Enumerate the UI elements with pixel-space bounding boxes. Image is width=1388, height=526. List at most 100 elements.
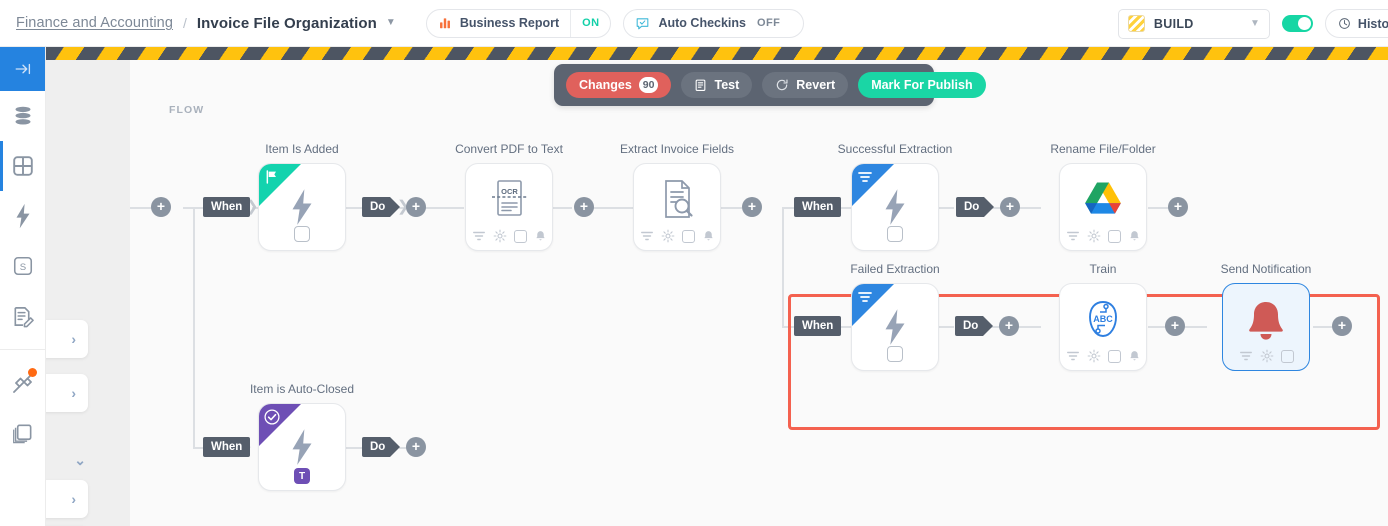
bolt-icon xyxy=(880,308,910,346)
connector-line xyxy=(782,207,784,326)
auto-checkins-left[interactable]: Auto Checkins OFF xyxy=(624,10,803,37)
test-button[interactable]: Test xyxy=(681,72,752,98)
node-icon-row[interactable] xyxy=(1060,229,1146,243)
check-circle-icon xyxy=(263,408,281,426)
sidebar-item-notes[interactable] xyxy=(0,291,45,341)
do-tag: Do xyxy=(362,437,390,457)
gear-icon[interactable] xyxy=(661,229,675,243)
bell-icon[interactable] xyxy=(534,229,547,243)
gear-icon[interactable] xyxy=(493,229,507,243)
filter-icon[interactable] xyxy=(1066,349,1080,363)
checkbox-icon[interactable] xyxy=(1281,350,1294,363)
template-badge: T xyxy=(294,468,310,484)
publish-toggle[interactable] xyxy=(1282,15,1313,32)
sidebar-item-data[interactable] xyxy=(0,91,45,141)
bell-icon[interactable] xyxy=(1128,349,1141,363)
node-icon-row[interactable] xyxy=(634,229,720,243)
node-successful-extraction[interactable]: Successful Extraction xyxy=(851,163,939,251)
checkbox-icon[interactable] xyxy=(887,346,903,362)
revert-label: Revert xyxy=(796,78,835,92)
gear-icon[interactable] xyxy=(1260,349,1274,363)
auto-checkins-pill[interactable]: Auto Checkins OFF xyxy=(623,9,804,38)
flow-builder-app: s › › s ⌄ t › FLOW xyxy=(0,0,1388,526)
when-tag: When xyxy=(794,316,841,336)
node-body[interactable] xyxy=(851,283,939,371)
sidebar-item-scripts[interactable]: S xyxy=(0,241,45,291)
sidebar-item-templates[interactable] xyxy=(0,408,45,458)
add-step-button[interactable]: + xyxy=(1332,316,1352,336)
node-title: Item Is Added xyxy=(265,142,338,156)
checkbox-icon[interactable] xyxy=(1108,230,1121,243)
sidebar-item-board[interactable] xyxy=(0,141,45,191)
notification-dot-badge xyxy=(28,368,37,377)
flow-canvas[interactable]: FLOW ❯ ❯ ❯ ❯ ❯ ❯ + + xyxy=(127,60,1388,526)
filter-icon[interactable] xyxy=(472,229,486,243)
clipboard-icon xyxy=(694,78,707,92)
add-step-button[interactable]: + xyxy=(1000,197,1020,217)
node-body[interactable] xyxy=(1222,283,1310,371)
node-icon-row[interactable] xyxy=(1223,349,1309,363)
node-rename-file-folder[interactable]: Rename File/Folder xyxy=(1059,163,1147,251)
checkbox-icon[interactable] xyxy=(887,226,903,242)
add-step-button[interactable]: + xyxy=(574,197,594,217)
environment-select[interactable]: BUILD ▼ xyxy=(1118,9,1270,39)
bell-icon[interactable] xyxy=(702,229,715,243)
add-step-button[interactable]: + xyxy=(1168,197,1188,217)
node-title: Rename File/Folder xyxy=(1050,142,1155,156)
gear-icon[interactable] xyxy=(1087,229,1101,243)
checkbox-icon[interactable] xyxy=(514,230,527,243)
business-report-left[interactable]: Business Report xyxy=(427,10,570,37)
history-button[interactable]: History xyxy=(1325,9,1388,38)
bell-icon[interactable] xyxy=(1128,229,1141,243)
add-step-button[interactable]: + xyxy=(151,197,171,217)
node-icon-row[interactable] xyxy=(466,229,552,243)
checkbox-icon[interactable] xyxy=(294,226,310,242)
add-step-button[interactable]: + xyxy=(999,316,1019,336)
node-failed-extraction[interactable]: Failed Extraction xyxy=(851,283,939,371)
add-step-button[interactable]: + xyxy=(406,197,426,217)
node-body[interactable] xyxy=(258,163,346,251)
mark-for-publish-button[interactable]: Mark For Publish xyxy=(858,72,985,98)
when-tag: When xyxy=(203,197,250,217)
checkbox-icon[interactable] xyxy=(1108,350,1121,363)
filter-icon[interactable] xyxy=(640,229,654,243)
node-body[interactable] xyxy=(1059,163,1147,251)
ocr-document-icon: OCR xyxy=(488,177,530,221)
add-step-button[interactable]: + xyxy=(1165,316,1185,336)
node-body[interactable]: ABC xyxy=(1059,283,1147,371)
node-send-notification[interactable]: Send Notification xyxy=(1222,283,1310,371)
checkbox-icon[interactable] xyxy=(682,230,695,243)
changes-button[interactable]: Changes 90 xyxy=(566,72,671,98)
node-item-is-added[interactable]: Item Is Added xyxy=(258,163,346,251)
node-item-is-auto-closed[interactable]: Item is Auto-Closed T xyxy=(258,403,346,491)
breadcrumb-separator: / xyxy=(183,15,187,31)
chevron-down-icon[interactable]: ▼ xyxy=(386,18,396,28)
filter-icon[interactable] xyxy=(1066,229,1080,243)
ai-abc-icon: ABC xyxy=(1083,298,1123,340)
node-icon-row[interactable] xyxy=(1060,349,1146,363)
changes-count-badge: 90 xyxy=(639,77,659,93)
node-convert-pdf-to-text[interactable]: Convert PDF to Text OCR xyxy=(465,163,553,251)
filter-icon[interactable] xyxy=(1239,349,1253,363)
breadcrumb-workspace-link[interactable]: Finance and Accounting xyxy=(16,15,173,31)
gear-icon[interactable] xyxy=(1087,349,1101,363)
collapse-arrow-icon xyxy=(12,60,34,78)
node-body[interactable]: T xyxy=(258,403,346,491)
node-body[interactable]: OCR xyxy=(465,163,553,251)
node-body[interactable] xyxy=(851,163,939,251)
clock-icon xyxy=(1338,17,1351,30)
node-title: Send Notification xyxy=(1221,262,1312,276)
node-body[interactable] xyxy=(633,163,721,251)
striped-swatch-icon xyxy=(1128,15,1145,32)
filter-icon xyxy=(857,169,873,185)
rail-divider xyxy=(0,349,45,350)
node-extract-invoice-fields[interactable]: Extract Invoice Fields xyxy=(633,163,721,251)
add-step-button[interactable]: + xyxy=(742,197,762,217)
sidebar-item-integrations[interactable] xyxy=(0,358,45,408)
revert-button[interactable]: Revert xyxy=(762,72,848,98)
collapse-panel-button[interactable] xyxy=(0,47,45,91)
node-train[interactable]: Train ABC xyxy=(1059,283,1147,371)
add-step-button[interactable]: + xyxy=(406,437,426,457)
business-report-pill[interactable]: Business Report ON xyxy=(426,9,612,38)
sidebar-item-automations[interactable] xyxy=(0,191,45,241)
